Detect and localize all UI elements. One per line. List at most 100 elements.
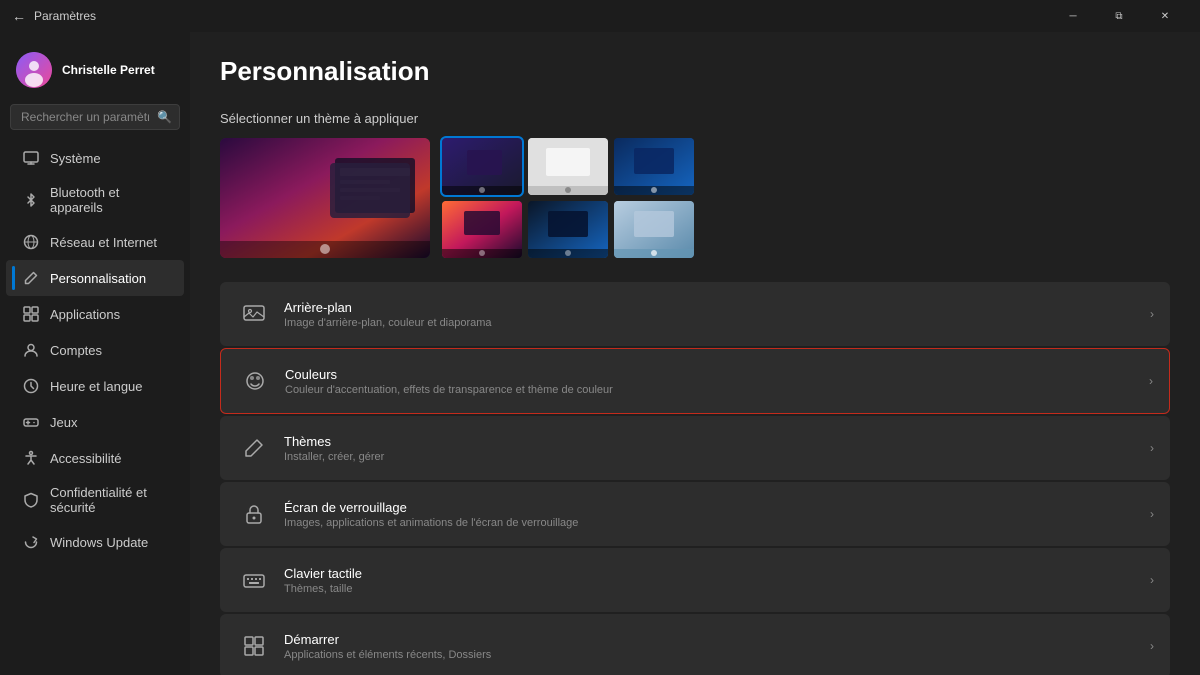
app-container: Christelle Perret 🔍 Système bbox=[0, 32, 1200, 675]
theme-mini-6[interactable] bbox=[614, 201, 694, 258]
clavier-tactile-arrow: › bbox=[1150, 573, 1154, 587]
windowsupdate-icon bbox=[22, 533, 40, 551]
ecran-verrouillage-desc: Images, applications et animations de l'… bbox=[284, 517, 1142, 529]
arriere-plan-arrow: › bbox=[1150, 307, 1154, 321]
titlebar-title: Paramètres bbox=[34, 9, 96, 23]
demarrer-desc: Applications et éléments récents, Dossie… bbox=[284, 649, 1142, 661]
settings-item-ecran-verrouillage[interactable]: Écran de verrouillage Images, applicatio… bbox=[220, 482, 1170, 546]
theme-grid bbox=[220, 138, 1170, 258]
theme-mini-4[interactable] bbox=[442, 201, 522, 258]
theme-mini-2[interactable] bbox=[528, 138, 608, 195]
themes-icon bbox=[236, 430, 272, 466]
sidebar-item-reseau[interactable]: Réseau et Internet bbox=[6, 224, 184, 260]
couleurs-icon bbox=[237, 363, 273, 399]
jeux-icon bbox=[22, 413, 40, 431]
theme-section-label: Sélectionner un thème à appliquer bbox=[220, 111, 1170, 126]
avatar bbox=[16, 52, 52, 88]
settings-item-arriere-plan[interactable]: Arrière-plan Image d'arrière-plan, coule… bbox=[220, 282, 1170, 346]
sidebar-item-bluetooth[interactable]: Bluetooth et appareils bbox=[6, 176, 184, 224]
sidebar-item-applications[interactable]: Applications bbox=[6, 296, 184, 332]
clavier-tactile-title: Clavier tactile bbox=[284, 566, 1142, 581]
couleurs-desc: Couleur d'accentuation, effets de transp… bbox=[285, 384, 1141, 396]
ecran-verrouillage-title: Écran de verrouillage bbox=[284, 500, 1142, 515]
theme-preview-mini-container bbox=[442, 138, 694, 258]
settings-list: Arrière-plan Image d'arrière-plan, coule… bbox=[220, 282, 1170, 675]
sidebar-item-label-bluetooth: Bluetooth et appareils bbox=[50, 185, 168, 215]
search-icon: 🔍 bbox=[157, 110, 172, 124]
ecran-verrouillage-icon bbox=[236, 496, 272, 532]
demarrer-text: Démarrer Applications et éléments récent… bbox=[284, 632, 1142, 661]
demarrer-arrow: › bbox=[1150, 639, 1154, 653]
arriere-plan-text: Arrière-plan Image d'arrière-plan, coule… bbox=[284, 300, 1142, 329]
theme-mini-5[interactable] bbox=[528, 201, 608, 258]
themes-title: Thèmes bbox=[284, 434, 1142, 449]
sidebar-item-heure[interactable]: Heure et langue bbox=[6, 368, 184, 404]
demarrer-icon bbox=[236, 628, 272, 664]
theme-section: Sélectionner un thème à appliquer bbox=[220, 111, 1170, 258]
back-icon[interactable]: ← bbox=[12, 8, 26, 24]
ecran-verrouillage-arrow: › bbox=[1150, 507, 1154, 521]
restore-button[interactable]: ⧉ bbox=[1096, 0, 1142, 32]
sidebar-item-windowsupdate[interactable]: Windows Update bbox=[6, 524, 184, 560]
sidebar: Christelle Perret 🔍 Système bbox=[0, 32, 190, 675]
clavier-tactile-icon bbox=[236, 562, 272, 598]
sidebar-item-comptes[interactable]: Comptes bbox=[6, 332, 184, 368]
theme-mini-1[interactable] bbox=[442, 138, 522, 195]
accessibilite-icon bbox=[22, 449, 40, 467]
theme-preview-main[interactable] bbox=[220, 138, 430, 258]
titlebar-left: ← Paramètres bbox=[12, 8, 96, 24]
comptes-icon bbox=[22, 341, 40, 359]
couleurs-text: Couleurs Couleur d'accentuation, effets … bbox=[285, 367, 1141, 396]
personnalisation-icon bbox=[22, 269, 40, 287]
theme-row-top bbox=[442, 138, 694, 195]
settings-item-clavier-tactile[interactable]: Clavier tactile Thèmes, taille › bbox=[220, 548, 1170, 612]
bluetooth-icon bbox=[22, 191, 40, 209]
themes-text: Thèmes Installer, créer, gérer bbox=[284, 434, 1142, 463]
arriere-plan-icon bbox=[236, 296, 272, 332]
ecran-verrouillage-text: Écran de verrouillage Images, applicatio… bbox=[284, 500, 1142, 529]
systeme-icon bbox=[22, 149, 40, 167]
sidebar-item-personnalisation[interactable]: Personnalisation bbox=[6, 260, 184, 296]
minimize-button[interactable]: ─ bbox=[1050, 0, 1096, 32]
search-box: 🔍 bbox=[10, 104, 180, 130]
sidebar-item-confidentialite[interactable]: Confidentialité et sécurité bbox=[6, 476, 184, 524]
sidebar-item-jeux[interactable]: Jeux bbox=[6, 404, 184, 440]
close-button[interactable]: ✕ bbox=[1142, 0, 1188, 32]
confidentialite-icon bbox=[22, 491, 40, 509]
heure-icon bbox=[22, 377, 40, 395]
sidebar-item-label-windowsupdate: Windows Update bbox=[50, 535, 148, 550]
sidebar-item-label-comptes: Comptes bbox=[50, 343, 102, 358]
sidebar-item-label-heure: Heure et langue bbox=[50, 379, 143, 394]
sidebar-item-label-applications: Applications bbox=[50, 307, 120, 322]
clavier-tactile-text: Clavier tactile Thèmes, taille bbox=[284, 566, 1142, 595]
settings-item-couleurs[interactable]: Couleurs Couleur d'accentuation, effets … bbox=[220, 348, 1170, 414]
user-name: Christelle Perret bbox=[62, 63, 155, 77]
applications-icon bbox=[22, 305, 40, 323]
arriere-plan-title: Arrière-plan bbox=[284, 300, 1142, 315]
sidebar-item-label-confidentialite: Confidentialité et sécurité bbox=[50, 485, 168, 515]
titlebar: ← Paramètres ─ ⧉ ✕ bbox=[0, 0, 1200, 32]
search-input[interactable] bbox=[10, 104, 180, 130]
themes-arrow: › bbox=[1150, 441, 1154, 455]
theme-row-bottom bbox=[442, 201, 694, 258]
sidebar-item-label-reseau: Réseau et Internet bbox=[50, 235, 157, 250]
demarrer-title: Démarrer bbox=[284, 632, 1142, 647]
settings-item-demarrer[interactable]: Démarrer Applications et éléments récent… bbox=[220, 614, 1170, 675]
sidebar-item-accessibilite[interactable]: Accessibilité bbox=[6, 440, 184, 476]
titlebar-controls: ─ ⧉ ✕ bbox=[1050, 0, 1188, 32]
user-profile[interactable]: Christelle Perret bbox=[0, 40, 190, 104]
sidebar-item-label-systeme: Système bbox=[50, 151, 101, 166]
theme-mini-3[interactable] bbox=[614, 138, 694, 195]
couleurs-title: Couleurs bbox=[285, 367, 1141, 382]
page-title: Personnalisation bbox=[220, 56, 1170, 87]
main-content: Personnalisation Sélectionner un thème à… bbox=[190, 32, 1200, 675]
themes-desc: Installer, créer, gérer bbox=[284, 451, 1142, 463]
clavier-tactile-desc: Thèmes, taille bbox=[284, 583, 1142, 595]
sidebar-item-label-jeux: Jeux bbox=[50, 415, 77, 430]
settings-item-themes[interactable]: Thèmes Installer, créer, gérer › bbox=[220, 416, 1170, 480]
arriere-plan-desc: Image d'arrière-plan, couleur et diapora… bbox=[284, 317, 1142, 329]
sidebar-item-systeme[interactable]: Système bbox=[6, 140, 184, 176]
sidebar-item-label-personnalisation: Personnalisation bbox=[50, 271, 146, 286]
reseau-icon bbox=[22, 233, 40, 251]
sidebar-item-label-accessibilite: Accessibilité bbox=[50, 451, 122, 466]
